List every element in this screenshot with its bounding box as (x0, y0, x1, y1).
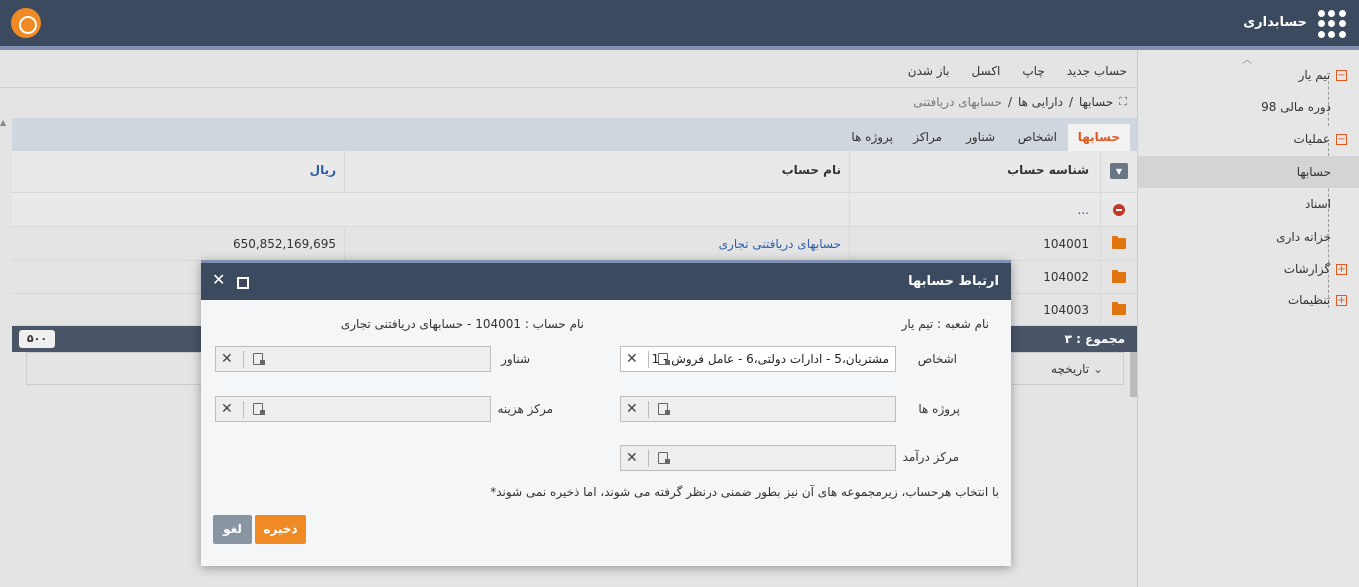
dialog-header: ارتباط حسابها ✕ (201, 260, 1011, 300)
sidebar-item-label: تنظیمات (1287, 293, 1331, 307)
column-header-currency[interactable]: ریال (12, 151, 336, 192)
breadcrumb-item[interactable]: حسابها (1079, 95, 1113, 109)
cancel-button[interactable]: لغو (213, 515, 252, 544)
tab-centers[interactable]: مراکز (903, 124, 952, 151)
breadcrumb: حسابهای دریافتنی / دارایی ها / حسابها ⛶ (913, 95, 1127, 109)
folder-icon (1112, 269, 1126, 283)
folder-user-icon (1112, 236, 1126, 249)
picker-icon[interactable] (253, 353, 265, 365)
projects-label: پروژه ها (918, 402, 960, 416)
expand-plus-icon[interactable]: + (1336, 295, 1347, 306)
back-link[interactable]: ... (849, 193, 1089, 226)
float-label: شناور (501, 352, 530, 366)
account-code: 104001 (1043, 236, 1089, 251)
maximize-icon[interactable] (237, 277, 249, 289)
account-name[interactable]: حسابهای دریافتنی تجاری (344, 227, 841, 260)
tab-persons[interactable]: اشخاص (1008, 124, 1067, 151)
income-center-field[interactable]: ✕ (620, 445, 896, 471)
tab-float[interactable]: شناور (956, 124, 1005, 151)
chevron-down-icon[interactable]: ▼ (1110, 163, 1128, 179)
tab-accounts[interactable]: حسابها (1067, 124, 1130, 151)
cost-center-field[interactable]: ✕ (215, 396, 491, 422)
hierarchy-icon: ⛶ (1119, 95, 1127, 108)
breadcrumb-separator: / (1068, 95, 1073, 109)
projects-field[interactable]: ✕ (620, 396, 896, 422)
branch-name: نام شعبه : تیم یار (901, 317, 989, 331)
persons-value: 1 - مشتریان،5 - ادارات دولتی،6 - عامل فر… (651, 352, 889, 366)
breadcrumb-item[interactable]: حسابهای دریافتنی (913, 95, 1002, 109)
dialog-title: ارتباط حسابها (908, 274, 999, 289)
table-row[interactable]: 104001 حسابهای دریافتنی تجاری 650,852,16… (12, 227, 1137, 261)
persons-field[interactable]: ✕ 1 - مشتریان،5 - ادارات دولتی،6 - عامل … (620, 346, 896, 372)
sidebar-item-label: خزانه داری (1276, 230, 1331, 244)
cost-center-label: مرکز هزینه (497, 402, 553, 416)
collapse-minus-icon[interactable]: − (1336, 70, 1347, 81)
toolbar: باز شدن اکسل چاپ حساب جدید (908, 64, 1127, 78)
clear-icon[interactable]: ✕ (221, 350, 233, 368)
open-button[interactable]: باز شدن (908, 64, 950, 78)
new-account-button[interactable]: حساب جدید (1067, 64, 1127, 78)
clear-icon[interactable]: ✕ (221, 400, 233, 418)
dialog-note: *با انتخاب هرحساب، زیرمجموعه های آن نیز … (490, 485, 999, 499)
sidebar-collapse-caret-icon[interactable]: ︿ (1242, 51, 1252, 66)
column-header-code[interactable]: شناسه حساب (849, 151, 1089, 192)
column-header-name[interactable]: نام حساب (344, 151, 841, 192)
sidebar-item-fiscal-period[interactable]: دوره مالی 98 (1261, 91, 1331, 123)
picker-icon[interactable] (658, 403, 670, 415)
sidebar-item-label: دوره مالی 98 (1261, 100, 1331, 114)
expand-plus-icon[interactable]: + (1336, 264, 1347, 275)
sidebar-item-label: اسناد (1304, 197, 1331, 211)
sidebar-item-reports[interactable]: گزارشات + (1284, 253, 1347, 285)
app-title: حسابداری (1243, 15, 1307, 30)
sidebar-item-operations[interactable]: عملیات − (1294, 123, 1347, 155)
sidebar-item-label: گزارشات (1283, 262, 1331, 276)
top-bar: حسابداری (0, 0, 1359, 46)
scrollbar[interactable] (1130, 352, 1137, 397)
close-icon[interactable]: ✕ (212, 272, 225, 288)
collapse-minus-icon[interactable]: − (1336, 134, 1347, 145)
picker-icon[interactable] (658, 452, 670, 464)
sidebar: ︿ تیم یار − دوره مالی 98 عملیات − حسابها… (1137, 50, 1359, 587)
table-header-row: ▼ شناسه حساب نام حساب ریال (12, 151, 1137, 193)
folder-icon (1112, 302, 1126, 315)
table-row-back[interactable]: ... (12, 193, 1137, 227)
sidebar-item-settings[interactable]: تنظیمات + (1288, 284, 1347, 316)
income-center-label: مرکز درآمد (902, 450, 959, 464)
back-icon[interactable] (1113, 203, 1125, 216)
page-size-button[interactable]: ۵۰۰ (19, 330, 55, 348)
account-amount: 650,852,169,695 (232, 236, 336, 251)
persons-label: اشخاص (917, 352, 957, 366)
picker-icon[interactable] (253, 403, 265, 415)
sidebar-item-label: حسابها (1296, 165, 1331, 179)
sidebar-item-treasury[interactable]: خزانه داری (1276, 221, 1331, 253)
clear-icon[interactable]: ✕ (626, 350, 638, 368)
tab-projects[interactable]: پروژه ها (841, 124, 903, 151)
breadcrumb-separator: / (1007, 95, 1012, 109)
save-button[interactable]: ذخیره (255, 515, 306, 544)
sidebar-item-teamyar[interactable]: تیم یار − (1299, 59, 1347, 91)
header-toggle[interactable]: ▼ (1106, 151, 1132, 192)
history-toggle[interactable]: تاریخچه ⌄ (1051, 362, 1109, 376)
app-logo-icon[interactable] (11, 8, 41, 38)
sidebar-item-label: تیم یار (1298, 68, 1331, 82)
total-count: مجموع : ۳ (1064, 332, 1125, 346)
history-label: تاریخچه (1051, 362, 1090, 376)
float-field[interactable]: ✕ (215, 346, 491, 372)
app-menu-grid-icon[interactable] (1318, 10, 1346, 38)
sidebar-item-documents[interactable]: اسناد (1305, 188, 1331, 220)
clear-icon[interactable]: ✕ (626, 449, 638, 467)
scroll-up-caret-icon[interactable]: ▲ (0, 118, 6, 127)
link-accounts-dialog: ارتباط حسابها ✕ نام شعبه : تیم یار نام ح… (201, 260, 1011, 566)
excel-button[interactable]: اکسل (972, 64, 1001, 78)
clear-icon[interactable]: ✕ (626, 400, 638, 418)
sidebar-item-accounts[interactable]: حسابها (1138, 156, 1359, 188)
breadcrumb-item[interactable]: دارایی ها (1018, 95, 1063, 109)
chevron-down-icon: ⌄ (1092, 362, 1103, 376)
tabs-bar: حسابها اشخاص شناور مراکز پروژه ها (12, 118, 1137, 151)
toolbar-divider (0, 87, 1137, 88)
print-button[interactable]: چاپ (1022, 64, 1044, 78)
sidebar-item-label: عملیات (1293, 132, 1331, 146)
account-name-info: نام حساب : 104001 - حسابهای دریافتنی تجا… (340, 317, 584, 331)
